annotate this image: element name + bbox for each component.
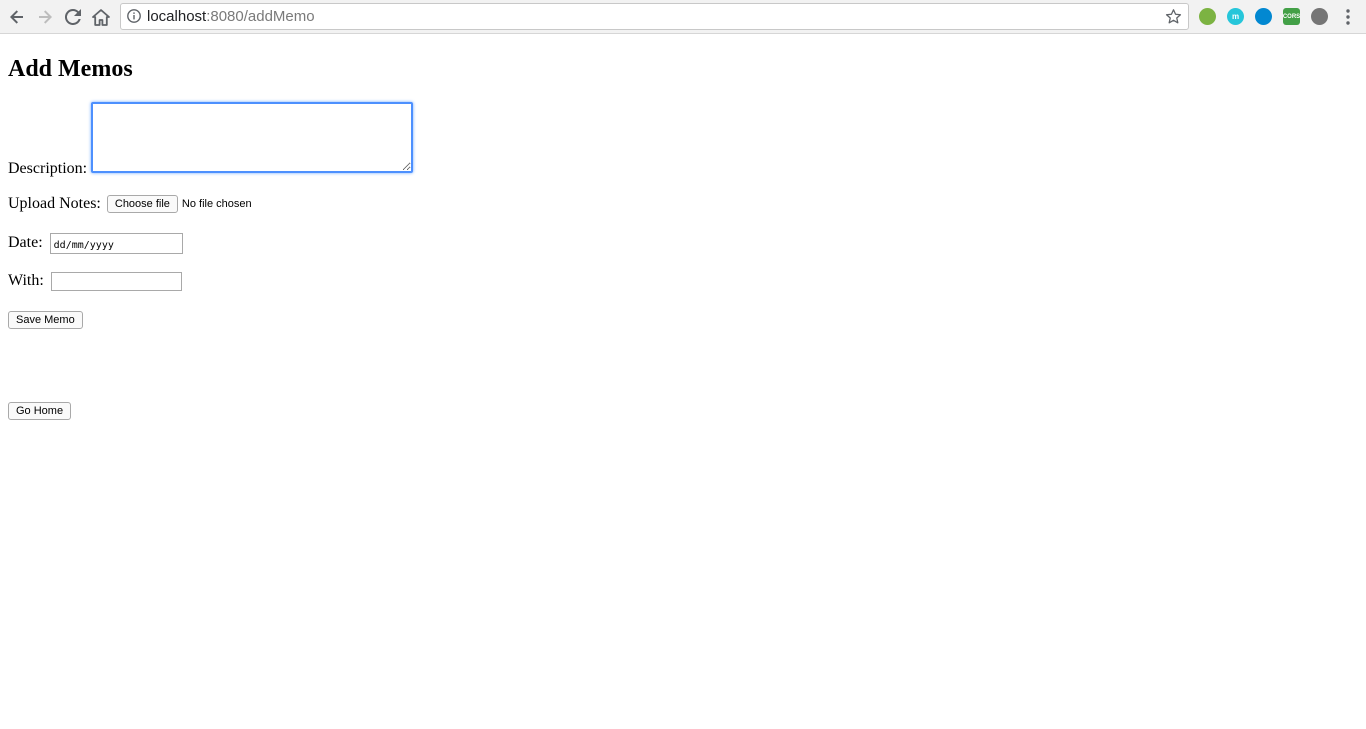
with-input[interactable]: [50, 272, 182, 291]
date-row: Date: dd/mm/yyyy: [8, 233, 183, 254]
page-content: Add Memos Description: Upload Notes: Cho…: [0, 35, 1366, 729]
forward-icon[interactable]: [33, 5, 57, 29]
with-label: With:: [8, 272, 44, 290]
extension-icon-1[interactable]: [1199, 8, 1216, 25]
extension-icon-5[interactable]: [1311, 8, 1328, 25]
home-icon[interactable]: [89, 5, 113, 29]
browser-toolbar: localhost:8080/addMemo m CORS: [0, 0, 1366, 34]
description-label: Description:: [8, 160, 88, 177]
date-input[interactable]: dd/mm/yyyy: [49, 233, 183, 254]
choose-file-button[interactable]: Choose file: [106, 195, 178, 214]
cors-extension-icon[interactable]: CORS: [1283, 8, 1300, 25]
file-status: No file chosen: [181, 198, 252, 211]
url-path: :8080/addMemo: [206, 8, 315, 25]
bookmark-star-icon[interactable]: [1165, 8, 1182, 25]
extension-icon-2[interactable]: m: [1227, 8, 1244, 25]
extension-icon-3[interactable]: [1255, 8, 1272, 25]
page-title: Add Memos: [8, 56, 133, 82]
upload-row: Upload Notes: Choose file No file chosen: [8, 195, 252, 214]
url-text[interactable]: localhost:8080/addMemo: [147, 9, 315, 25]
menu-dots-icon[interactable]: [1343, 8, 1353, 26]
info-icon[interactable]: [127, 9, 141, 23]
back-icon[interactable]: [5, 5, 29, 29]
address-bar[interactable]: localhost:8080/addMemo: [120, 3, 1189, 30]
go-home-button[interactable]: Go Home: [8, 402, 72, 420]
reload-icon[interactable]: [61, 5, 85, 29]
description-textarea[interactable]: [91, 102, 413, 173]
date-label: Date:: [8, 234, 43, 252]
upload-label: Upload Notes:: [8, 195, 101, 212]
save-memo-button[interactable]: Save Memo: [8, 311, 83, 329]
url-host: localhost: [147, 8, 207, 25]
with-row: With:: [8, 272, 182, 291]
